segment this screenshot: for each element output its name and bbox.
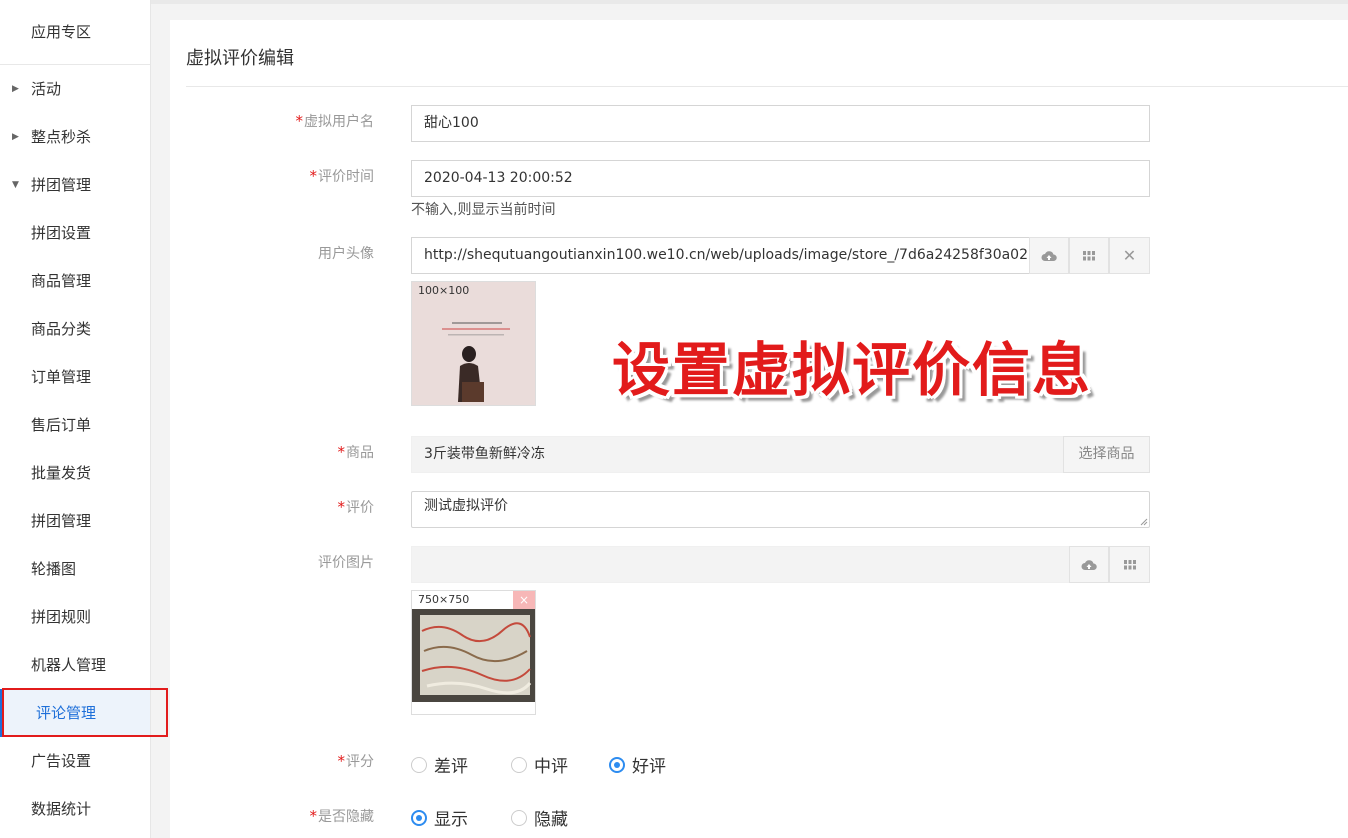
sidebar-item-robots[interactable]: 机器人管理 — [0, 641, 150, 689]
close-icon: ✕ — [1122, 246, 1137, 265]
sidebar-group-activity[interactable]: ▶ 活动 — [0, 65, 150, 113]
thumb-size-label: 100×100 — [418, 284, 470, 297]
gallery-button[interactable] — [1069, 237, 1109, 274]
time-hint: 不输入,则显示当前时间 — [411, 202, 556, 218]
sidebar-item-after-sales[interactable]: 售后订单 — [0, 401, 150, 449]
sidebar-group-label: 拼团管理 — [31, 176, 92, 194]
grid-icon — [1083, 250, 1095, 260]
label-text: 评价 — [346, 500, 374, 516]
required-mark: * — [309, 807, 318, 825]
sidebar-group-flash-sale[interactable]: ▶ 整点秒杀 — [0, 113, 150, 161]
delete-image-icon[interactable]: × — [513, 591, 535, 609]
radio-checked-icon[interactable] — [609, 756, 625, 773]
label-text: 是否隐藏 — [318, 809, 374, 825]
cloud-upload-icon — [1041, 250, 1057, 261]
review-image-thumbnail: 750×750 × — [411, 590, 536, 715]
rating-option-good[interactable]: 好评 — [609, 752, 666, 777]
username-label: *虚拟用户名 — [170, 111, 375, 131]
time-label: *评价时间 — [170, 166, 375, 186]
sidebar-item-products[interactable]: 商品管理 — [0, 257, 150, 305]
product-label: *商品 — [170, 442, 375, 462]
radio-icon[interactable] — [511, 756, 527, 773]
option-label: 显示 — [434, 810, 468, 830]
clear-button[interactable]: ✕ — [1109, 237, 1150, 274]
rating-option-neutral[interactable]: 中评 — [511, 752, 568, 777]
product-input[interactable]: 3斤装带鱼新鲜冷冻 — [411, 436, 1064, 473]
overlay-caption: 设置虚拟评价信息 — [612, 336, 1093, 404]
required-mark: * — [337, 443, 346, 461]
required-mark: * — [337, 752, 346, 770]
option-label: 中评 — [534, 757, 568, 777]
review-textarea[interactable]: 测试虚拟评价 — [411, 491, 1150, 528]
review-image — [412, 609, 535, 714]
sidebar-group-label: 活动 — [31, 80, 62, 98]
label-text: 虚拟用户名 — [304, 114, 374, 130]
time-input[interactable]: 2020-04-13 20:00:52 — [411, 160, 1150, 197]
username-input[interactable]: 甜心100 — [411, 105, 1150, 142]
rating-option-bad[interactable]: 差评 — [411, 752, 468, 777]
sidebar: 应用专区 ▶ 活动 ▶ 整点秒杀 ▼ 拼团管理 拼团设置 商品管理 商品分类 订… — [0, 0, 151, 838]
radio-checked-icon[interactable] — [411, 809, 427, 826]
sidebar-item-carousel[interactable]: 轮播图 — [0, 545, 150, 593]
triangle-right-icon: ▶ — [12, 84, 19, 94]
review-label: *评价 — [170, 497, 375, 517]
visibility-label: *是否隐藏 — [170, 806, 375, 826]
triangle-right-icon: ▶ — [12, 132, 19, 142]
required-mark: * — [309, 167, 318, 185]
radio-icon[interactable] — [411, 756, 427, 773]
option-label: 好评 — [632, 757, 666, 777]
sidebar-group-label: 整点秒杀 — [31, 128, 92, 146]
sidebar-item-ads[interactable]: 广告设置 — [0, 737, 150, 785]
title-divider — [186, 86, 1348, 87]
avatar-image — [412, 282, 535, 405]
resize-handle-icon — [1140, 518, 1148, 526]
label-text: 商品 — [346, 445, 374, 461]
sidebar-item-categories[interactable]: 商品分类 — [0, 305, 150, 353]
top-bar — [151, 0, 1348, 4]
sidebar-item-bulk-ship[interactable]: 批量发货 — [0, 449, 150, 497]
sidebar-item-stats[interactable]: 数据统计 — [0, 785, 150, 833]
avatar-thumbnail: 100×100 — [411, 281, 536, 406]
review-images-input[interactable] — [411, 546, 1070, 583]
visibility-option-hide[interactable]: 隐藏 — [511, 805, 568, 830]
triangle-down-icon: ▼ — [12, 180, 19, 190]
select-product-button[interactable]: 选择商品 — [1063, 436, 1150, 473]
grid-icon — [1123, 559, 1136, 569]
avatar-label: 用户头像 — [318, 246, 374, 262]
required-mark: * — [337, 498, 346, 516]
radio-icon[interactable] — [511, 809, 527, 826]
option-label: 隐藏 — [534, 810, 568, 830]
cloud-upload-icon — [1081, 559, 1097, 570]
sidebar-header: 应用专区 — [0, 0, 150, 65]
avatar-url-input[interactable]: http://shequtuangoutianxin100.we10.cn/we… — [411, 237, 1030, 274]
upload-images-button[interactable] — [1069, 546, 1109, 583]
sidebar-item-group-manage[interactable]: 拼团管理 — [0, 497, 150, 545]
sidebar-item-orders[interactable]: 订单管理 — [0, 353, 150, 401]
images-gallery-button[interactable] — [1109, 546, 1150, 583]
sidebar-item-reviews[interactable]: 评论管理 — [0, 689, 150, 737]
review-images-label: 评价图片 — [318, 555, 374, 571]
rating-label: *评分 — [170, 751, 375, 771]
option-label: 差评 — [434, 757, 468, 777]
sidebar-item-group-rules[interactable]: 拼团规则 — [0, 593, 150, 641]
upload-button[interactable] — [1029, 237, 1069, 274]
sidebar-item-group-settings[interactable]: 拼团设置 — [0, 209, 150, 257]
visibility-option-show[interactable]: 显示 — [411, 805, 468, 830]
sidebar-group-group-buy[interactable]: ▼ 拼团管理 — [0, 161, 150, 209]
edit-panel: 虚拟评价编辑 — [170, 20, 1348, 838]
label-text: 评价时间 — [318, 169, 374, 185]
page-title: 虚拟评价编辑 — [186, 48, 294, 69]
required-mark: * — [295, 112, 304, 130]
thumb-size-label: 750×750 — [418, 593, 470, 606]
label-text: 评分 — [346, 754, 374, 770]
